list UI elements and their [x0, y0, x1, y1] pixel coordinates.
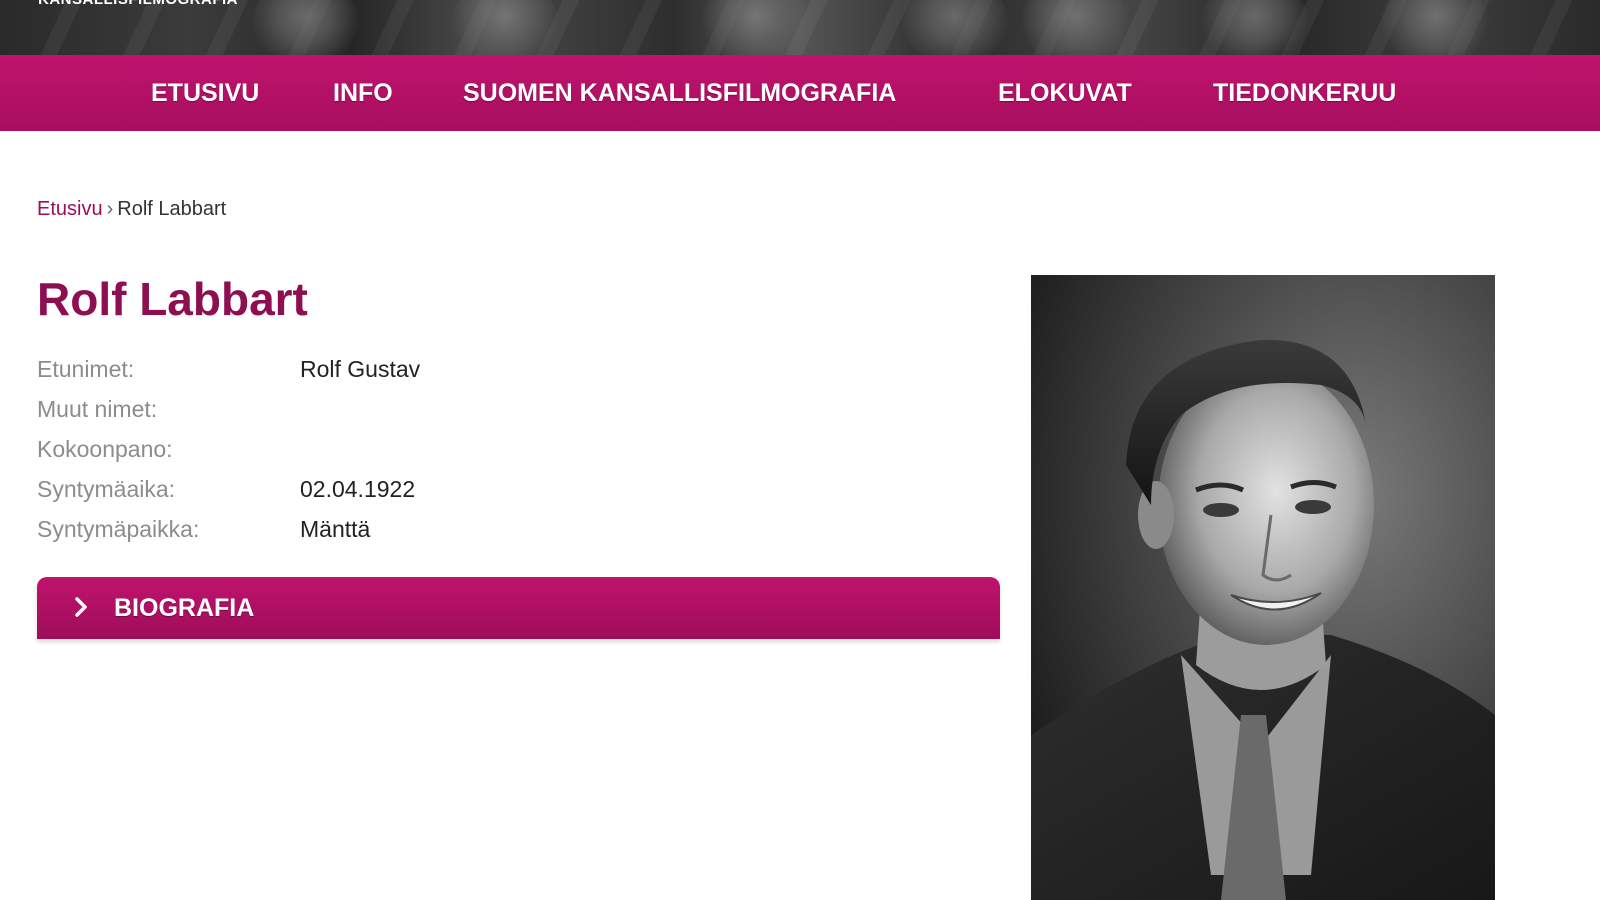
nav-item-etusivu[interactable]: ETUSIVU: [151, 55, 259, 131]
portrait-image: [1031, 275, 1495, 900]
header-banner: KANSALLISFILMOGRAFIA: [0, 0, 1600, 55]
banner-photo: [700, 0, 810, 55]
info-label: Syntymäaika:: [37, 476, 176, 502]
breadcrumb-separator: ›: [106, 198, 114, 220]
info-value: Mänttä: [300, 516, 371, 542]
banner-photo: [1200, 0, 1310, 55]
site-title[interactable]: KANSALLISFILMOGRAFIA: [38, 0, 238, 8]
info-label: Kokoonpano:: [37, 436, 173, 462]
banner-photo: [1020, 0, 1130, 55]
biografia-accordion-button[interactable]: BIOGRAFIA: [37, 577, 1000, 639]
page-title: Rolf Labbart: [37, 273, 308, 325]
info-label: Etunimet:: [37, 356, 135, 382]
banner-photo: [1380, 0, 1490, 55]
breadcrumb-home-link[interactable]: Etusivu: [37, 198, 103, 220]
banner-photo: [450, 0, 560, 55]
nav-item-info[interactable]: INFO: [333, 55, 393, 131]
info-label: Syntymäpaikka:: [37, 516, 200, 542]
biografia-label: BIOGRAFIA: [114, 594, 255, 622]
banner-photo: [250, 0, 360, 55]
info-value: 02.04.1922: [300, 476, 416, 502]
nav-item-elokuvat[interactable]: ELOKUVAT: [998, 55, 1132, 131]
nav-item-tiedonkeruu[interactable]: TIEDONKERUU: [1213, 55, 1396, 131]
chevron-right-icon: [75, 597, 87, 617]
breadcrumb: Etusivu › Rolf Labbart: [37, 198, 226, 221]
banner-photo: [900, 0, 1010, 55]
main-nav: ETUSIVU INFO SUOMEN KANSALLISFILMOGRAFIA…: [0, 55, 1600, 131]
nav-item-kansallisfilmografia[interactable]: SUOMEN KANSALLISFILMOGRAFIA: [463, 55, 896, 131]
info-value: Rolf Gustav: [300, 356, 421, 382]
person-portrait-photo: [1031, 275, 1495, 900]
info-label: Muut nimet:: [37, 396, 158, 422]
breadcrumb-current: Rolf Labbart: [117, 198, 227, 220]
